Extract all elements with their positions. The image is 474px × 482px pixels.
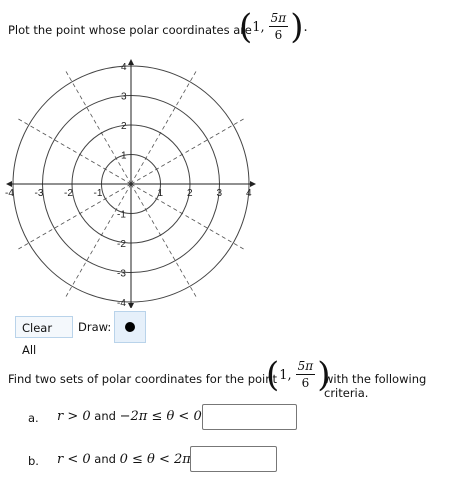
y-tick-label: 1 [121, 151, 127, 162]
left-paren: ( [239, 7, 253, 47]
theta-numerator: 5π [295, 359, 316, 375]
answer-a-input[interactable] [202, 404, 297, 430]
y-tick-label: 4 [121, 62, 127, 73]
left-paren: ( [266, 355, 280, 395]
x-tick-label: -2 [64, 188, 73, 199]
question1-prompt: Plot the point whose polar coordinates a… [8, 23, 252, 37]
theta-denominator: 6 [301, 376, 310, 390]
theta-condition: 0 ≤ θ < 2π: [119, 452, 196, 467]
question1-coordinates: ( 1, 5π 6 ) . [239, 10, 308, 44]
x-tick-label: 1 [158, 188, 164, 199]
and-word: and [90, 452, 120, 466]
y-tick-label: -1 [117, 210, 126, 221]
theta-fraction: 5π 6 [295, 359, 316, 390]
question2-coordinates: ( 1, 5π 6 ) [266, 358, 330, 392]
r-condition: r < 0 [57, 452, 91, 467]
theta-fraction: 5π 6 [268, 11, 289, 42]
theta-numerator: 5π [268, 11, 289, 27]
y-tick-label: -2 [117, 239, 126, 250]
r-value: 1, [252, 19, 265, 35]
criteria-a-text: r > 0 and −2π ≤ θ < 0: [57, 409, 206, 424]
question2-prompt: Find two sets of polar coordinates for t… [8, 372, 278, 386]
polar-graph[interactable]: 1 -1 1 -1 2 -2 2 -2 3 -3 3 -3 4 -4 4 -4 [0, 58, 262, 308]
criteria-letter-a: a. [28, 411, 39, 425]
y-tick-label: -3 [117, 269, 126, 280]
x-tick-label: -4 [5, 188, 14, 199]
y-tick-label: 2 [121, 121, 127, 132]
period: . [303, 19, 308, 35]
answer-b-input[interactable] [190, 446, 277, 472]
question2-suffix: with the following criteria. [324, 372, 427, 400]
r-condition: r > 0 [57, 409, 91, 424]
x-tick-label: -3 [35, 188, 44, 199]
y-tick-label: -4 [117, 298, 126, 308]
point-draw-tool[interactable] [114, 311, 146, 343]
x-tick-label: 4 [246, 188, 252, 199]
r-value: 1, [279, 367, 292, 383]
theta-condition: −2π ≤ θ < 0: [119, 409, 207, 424]
criteria-b-text: r < 0 and 0 ≤ θ < 2π: [57, 452, 195, 467]
draw-label: Draw: [78, 320, 112, 334]
point-tool-icon [125, 322, 135, 332]
and-word: and [90, 409, 120, 423]
theta-denominator: 6 [274, 28, 283, 42]
x-tick-label: 3 [217, 188, 223, 199]
x-tick-label: -1 [94, 188, 103, 199]
clear-all-button[interactable]: Clear All [15, 316, 73, 357]
x-tick-label: 2 [187, 188, 193, 199]
y-tick-label: 3 [121, 92, 127, 103]
criteria-letter-b: b. [28, 454, 39, 468]
right-paren: ) [290, 7, 304, 47]
